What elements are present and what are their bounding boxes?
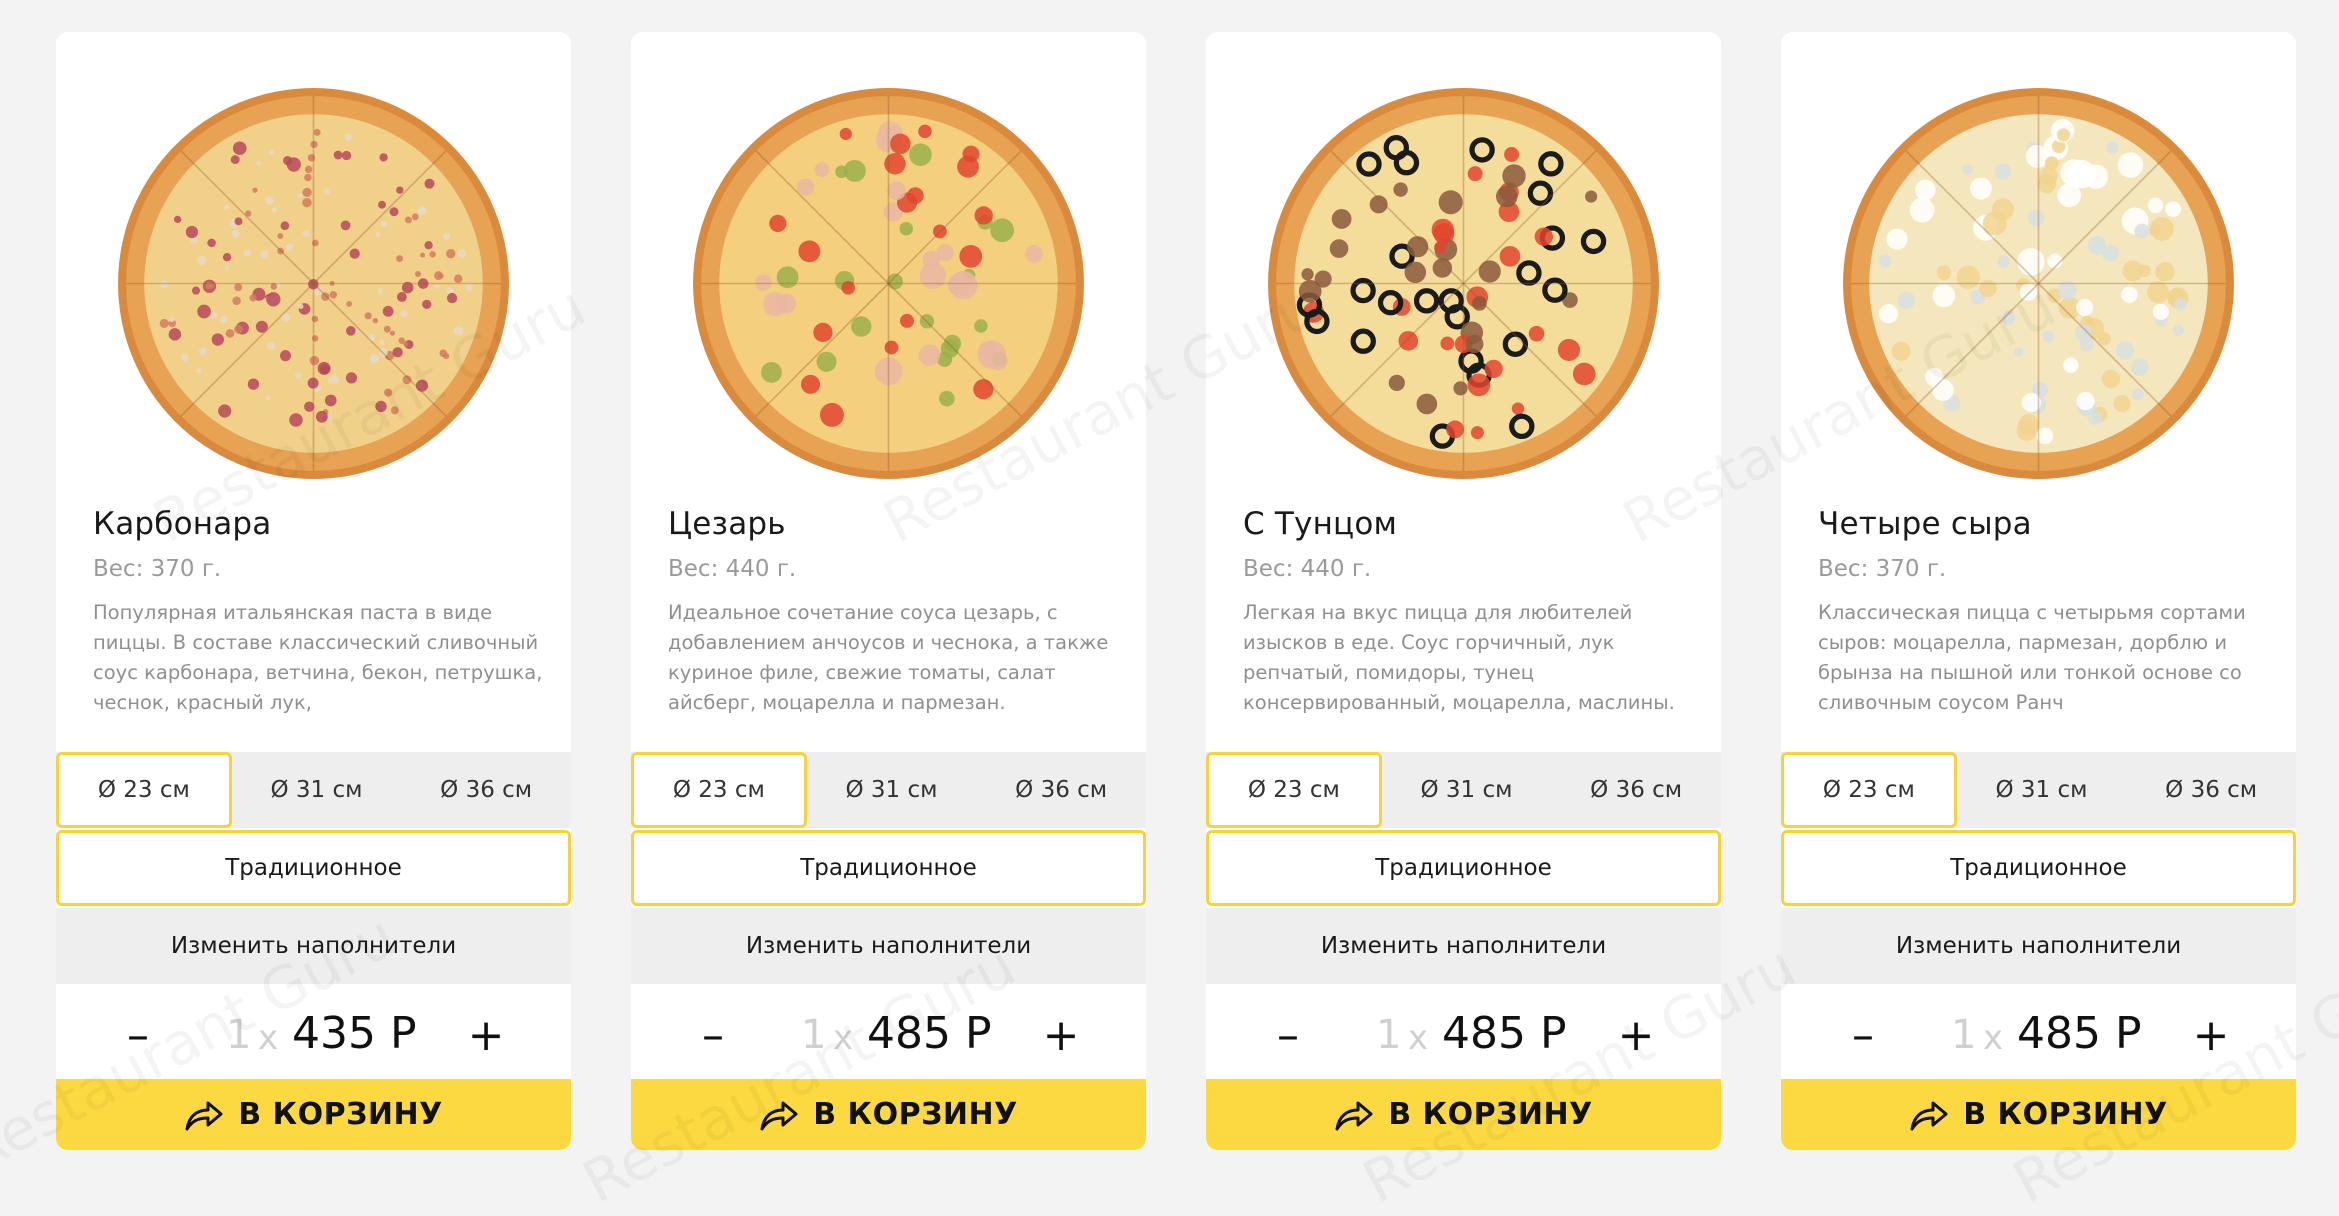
size-option-23[interactable]: Ø 23 см (56, 752, 232, 828)
size-selector: Ø 23 см Ø 31 см Ø 36 см (1206, 752, 1721, 828)
decrease-quantity-button[interactable]: – (683, 1006, 743, 1066)
dough-option-traditional[interactable]: Традиционное (1781, 830, 2296, 906)
product-name: Карбонара (93, 506, 272, 542)
change-toppings-button[interactable]: Изменить наполнители (1206, 908, 1721, 984)
multiply-sign: x (1408, 1018, 1429, 1058)
share-arrow-icon (185, 1101, 223, 1130)
change-toppings-button[interactable]: Изменить наполнители (631, 908, 1146, 984)
decrease-quantity-button[interactable]: – (1258, 1006, 1318, 1066)
decrease-quantity-button[interactable]: – (108, 1006, 168, 1066)
size-option-23[interactable]: Ø 23 см (631, 752, 807, 828)
change-toppings-button[interactable]: Изменить наполнители (1781, 908, 2296, 984)
decrease-quantity-button[interactable]: – (1833, 1006, 1893, 1066)
size-selector: Ø 23 см Ø 31 см Ø 36 см (56, 752, 571, 828)
multiply-sign: x (833, 1018, 854, 1058)
size-option-31[interactable]: Ø 31 см (1382, 752, 1552, 828)
add-to-cart-label: В КОРЗИНУ (1963, 1097, 2168, 1132)
product-name: С Тунцом (1243, 506, 1398, 542)
size-selector: Ø 23 см Ø 31 см Ø 36 см (631, 752, 1146, 828)
pizza-image (687, 82, 1090, 485)
pizza-photo-icon (693, 88, 1084, 479)
product-card: С Тунцом Вес: 440 г. Легкая на вкус пицц… (1206, 32, 1721, 1150)
pizza-image (1262, 82, 1665, 485)
product-weight: Вес: 440 г. (1243, 556, 1372, 582)
product-description: Легкая на вкус пицца для любителей изыск… (1243, 601, 1675, 714)
add-to-cart-label: В КОРЗИНУ (813, 1097, 1018, 1132)
quantity-value: 1 (1951, 1012, 1977, 1058)
dough-option-traditional[interactable]: Традиционное (56, 830, 571, 906)
size-option-36[interactable]: Ø 36 см (401, 752, 571, 828)
size-option-31[interactable]: Ø 31 см (232, 752, 402, 828)
increase-quantity-button[interactable]: + (2181, 1006, 2241, 1066)
dough-option-traditional[interactable]: Традиционное (631, 830, 1146, 906)
size-option-23[interactable]: Ø 23 см (1206, 752, 1382, 828)
product-price: 485 Р (2017, 1008, 2142, 1059)
size-option-31[interactable]: Ø 31 см (1957, 752, 2127, 828)
size-option-23[interactable]: Ø 23 см (1781, 752, 1957, 828)
product-weight: Вес: 370 г. (1818, 556, 1947, 582)
product-description: Идеальное сочетание соуса цезарь, с доба… (668, 601, 1109, 714)
quantity-value: 1 (801, 1012, 827, 1058)
size-option-31[interactable]: Ø 31 см (807, 752, 977, 828)
add-to-cart-button[interactable]: В КОРЗИНУ (1781, 1079, 2296, 1150)
change-toppings-button[interactable]: Изменить наполнители (56, 908, 571, 984)
multiply-sign: x (258, 1018, 279, 1058)
pizza-image (1837, 82, 2240, 485)
multiply-sign: x (1983, 1018, 2004, 1058)
increase-quantity-button[interactable]: + (456, 1006, 516, 1066)
product-weight: Вес: 440 г. (668, 556, 797, 582)
product-price: 485 Р (1442, 1008, 1567, 1059)
increase-quantity-button[interactable]: + (1606, 1006, 1666, 1066)
dough-option-traditional[interactable]: Традиционное (1206, 830, 1721, 906)
pizza-photo-icon (1268, 88, 1659, 479)
product-price: 485 Р (867, 1008, 992, 1059)
increase-quantity-button[interactable]: + (1031, 1006, 1091, 1066)
add-to-cart-button[interactable]: В КОРЗИНУ (631, 1079, 1146, 1150)
product-card: Карбонара Вес: 370 г. Популярная итальян… (56, 32, 571, 1150)
pizza-photo-icon (118, 88, 509, 479)
quantity-value: 1 (226, 1012, 252, 1058)
product-name: Четыре сыра (1818, 506, 2032, 542)
share-arrow-icon (1910, 1101, 1948, 1130)
add-to-cart-label: В КОРЗИНУ (1388, 1097, 1593, 1132)
product-weight: Вес: 370 г. (93, 556, 222, 582)
product-card: Четыре сыра Вес: 370 г. Классическая пиц… (1781, 32, 2296, 1150)
product-price: 435 Р (292, 1008, 417, 1059)
size-selector: Ø 23 см Ø 31 см Ø 36 см (1781, 752, 2296, 828)
share-arrow-icon (1335, 1101, 1373, 1130)
add-to-cart-button[interactable]: В КОРЗИНУ (56, 1079, 571, 1150)
add-to-cart-label: В КОРЗИНУ (238, 1097, 443, 1132)
product-description: Классическая пицца с четырьмя сортами сы… (1818, 601, 2246, 714)
product-grid: Карбонара Вес: 370 г. Популярная итальян… (56, 32, 2296, 1150)
add-to-cart-button[interactable]: В КОРЗИНУ (1206, 1079, 1721, 1150)
pizza-photo-icon (1843, 88, 2234, 479)
size-option-36[interactable]: Ø 36 см (976, 752, 1146, 828)
product-description: Популярная итальянская паста в виде пицц… (93, 601, 543, 714)
size-option-36[interactable]: Ø 36 см (1551, 752, 1721, 828)
product-card: Цезарь Вес: 440 г. Идеальное сочетание с… (631, 32, 1146, 1150)
share-arrow-icon (760, 1101, 798, 1130)
size-option-36[interactable]: Ø 36 см (2126, 752, 2296, 828)
quantity-value: 1 (1376, 1012, 1402, 1058)
pizza-image (112, 82, 515, 485)
product-name: Цезарь (668, 506, 786, 542)
